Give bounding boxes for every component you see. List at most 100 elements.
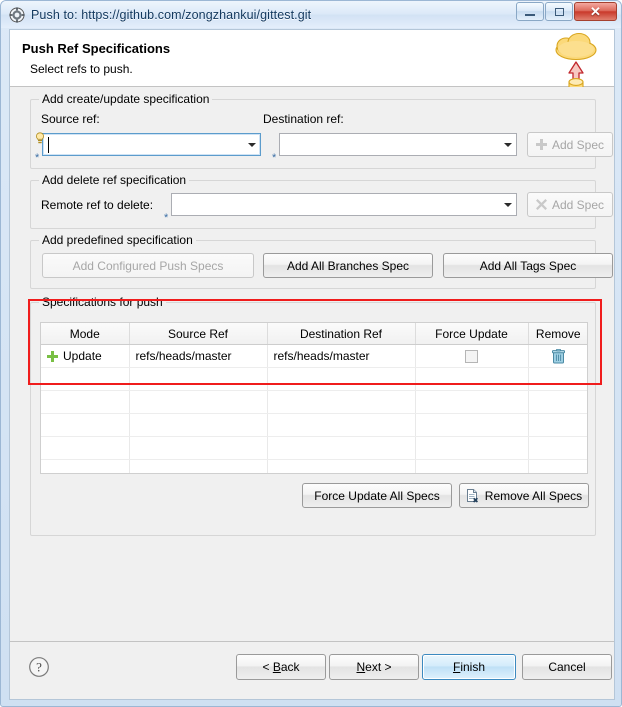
- cell-empty: [528, 413, 587, 437]
- add-all-branches-spec-button[interactable]: Add All Branches Spec: [263, 253, 433, 278]
- source-ref-combo[interactable]: *: [35, 132, 261, 164]
- column-header-remove[interactable]: Remove: [528, 323, 587, 345]
- cell-empty: [267, 413, 416, 437]
- cell-empty: [41, 390, 130, 414]
- force-update-checkbox[interactable]: [465, 350, 478, 364]
- add-configured-push-specs-button[interactable]: Add Configured Push Specs: [42, 253, 254, 278]
- chevron-down-icon[interactable]: [243, 134, 260, 155]
- cell-mode-text: Update: [63, 349, 102, 363]
- trash-icon[interactable]: [551, 348, 565, 364]
- force-update-all-specs-label: Force Update All Specs: [314, 488, 440, 503]
- column-header-destination-ref[interactable]: Destination Ref: [267, 323, 416, 345]
- cell-empty: [528, 390, 587, 414]
- window-controls: ✕: [515, 2, 617, 21]
- finish-mnemonic: F: [452, 660, 461, 674]
- page-title: Push Ref Specifications: [22, 41, 171, 56]
- cell-empty: [528, 436, 587, 460]
- push-dialog-window: Push to: https://github.com/zongzhankui/…: [0, 0, 622, 707]
- destination-ref-required-marker: *: [272, 152, 277, 164]
- column-header-source-ref[interactable]: Source Ref: [129, 323, 268, 345]
- cell-empty: [129, 459, 268, 473]
- add-create-update-spec-label: Add Spec: [551, 137, 605, 152]
- remove-all-specs-button[interactable]: Remove All Specs: [459, 483, 589, 508]
- cell-empty: [267, 390, 416, 414]
- help-question-icon[interactable]: ?: [28, 656, 50, 678]
- wizard-header: Push Ref Specifications Select refs to p…: [10, 30, 614, 98]
- page-subtitle: Select refs to push.: [30, 62, 133, 76]
- table-row-empty: [41, 436, 587, 460]
- add-all-branches-spec-label: Add All Branches Spec: [286, 258, 410, 273]
- source-ref-label: Source ref:: [41, 112, 100, 126]
- cell-empty: [415, 436, 529, 460]
- maximize-button[interactable]: [545, 2, 573, 21]
- specs-header-row: Mode Source Ref Destination Ref Force Up…: [41, 323, 587, 345]
- next-button[interactable]: Next >: [329, 654, 419, 680]
- green-plus-icon: [47, 351, 58, 363]
- table-row[interactable]: Update refs/heads/master refs/heads/mast…: [41, 344, 587, 368]
- cancel-button[interactable]: Cancel: [522, 654, 612, 680]
- svg-text:?: ?: [36, 660, 42, 675]
- minimize-button[interactable]: [516, 2, 544, 21]
- group-add-delete-ref: Add delete ref specification Remote ref …: [30, 173, 613, 229]
- cell-empty: [528, 459, 587, 473]
- cell-destination-ref: refs/heads/master: [267, 344, 416, 368]
- add-create-update-spec-button[interactable]: Add Spec: [527, 132, 613, 157]
- destination-ref-combo[interactable]: *: [272, 133, 517, 164]
- cell-empty: [415, 390, 529, 414]
- finish-button-label: Finish: [452, 660, 486, 674]
- source-ref-required-marker: *: [35, 152, 40, 164]
- remote-ref-label: Remote ref to delete:: [41, 198, 154, 212]
- cell-empty: [129, 413, 268, 437]
- wizard-footer: ? < Back Next > Finish Cancel: [10, 641, 614, 699]
- plus-icon: [535, 139, 547, 150]
- remote-ref-to-delete-combo[interactable]: *: [164, 193, 517, 224]
- close-button[interactable]: ✕: [574, 2, 617, 21]
- cell-force-update[interactable]: [415, 344, 529, 368]
- back-mnemonic: B: [272, 660, 281, 674]
- column-header-mode[interactable]: Mode: [41, 323, 130, 345]
- table-row-empty: [41, 390, 587, 414]
- finish-button[interactable]: Finish: [422, 654, 516, 680]
- cell-empty: [415, 413, 529, 437]
- table-row-empty: [41, 367, 587, 391]
- cell-empty: [267, 459, 416, 473]
- group-legend-specs: Specifications for push: [39, 295, 166, 309]
- chevron-down-icon[interactable]: [499, 194, 516, 215]
- specs-rows: Update refs/heads/master refs/heads/mast…: [41, 344, 587, 473]
- specs-table[interactable]: Mode Source Ref Destination Ref Force Up…: [40, 322, 588, 474]
- cell-mode: Update: [41, 344, 130, 368]
- table-row-empty: [41, 413, 587, 437]
- back-button[interactable]: < Back: [236, 654, 326, 680]
- content-assist-bulb-icon: [35, 132, 45, 145]
- cell-empty: [41, 367, 130, 391]
- add-delete-spec-button[interactable]: Add Spec: [527, 192, 613, 217]
- wizard-body: Add create/update specification Source r…: [10, 87, 614, 641]
- add-delete-spec-label: Add Spec: [551, 197, 605, 212]
- cell-empty: [129, 436, 268, 460]
- cross-delete-icon: [535, 199, 547, 210]
- add-all-tags-spec-label: Add All Tags Spec: [479, 258, 577, 273]
- add-configured-push-specs-label: Add Configured Push Specs: [72, 258, 224, 273]
- next-button-label: Next >: [356, 660, 392, 674]
- cell-empty: [267, 436, 416, 460]
- group-specifications-for-push: Specifications for push Mode Source Ref …: [28, 295, 602, 536]
- cell-empty: [41, 436, 130, 460]
- close-icon: ✕: [590, 4, 601, 19]
- add-all-tags-spec-button[interactable]: Add All Tags Spec: [443, 253, 613, 278]
- cancel-button-label: Cancel: [548, 660, 586, 674]
- minimize-icon: [525, 13, 535, 16]
- column-header-force-update[interactable]: Force Update: [415, 323, 529, 345]
- group-legend-create-update: Add create/update specification: [39, 92, 213, 106]
- dialog-client-area: Push Ref Specifications Select refs to p…: [9, 29, 615, 700]
- cell-empty: [41, 413, 130, 437]
- cell-remove[interactable]: [528, 344, 587, 368]
- title-bar: Push to: https://github.com/zongzhankui/…: [1, 1, 621, 28]
- eclipse-gear-icon: [9, 6, 25, 23]
- force-update-all-specs-button[interactable]: Force Update All Specs: [302, 483, 452, 508]
- cell-empty: [267, 367, 416, 391]
- group-legend-delete-ref: Add delete ref specification: [39, 173, 190, 187]
- table-row-empty: [41, 459, 587, 473]
- chevron-down-icon[interactable]: [499, 134, 516, 155]
- text-cursor: [48, 137, 49, 153]
- cell-empty: [41, 459, 130, 473]
